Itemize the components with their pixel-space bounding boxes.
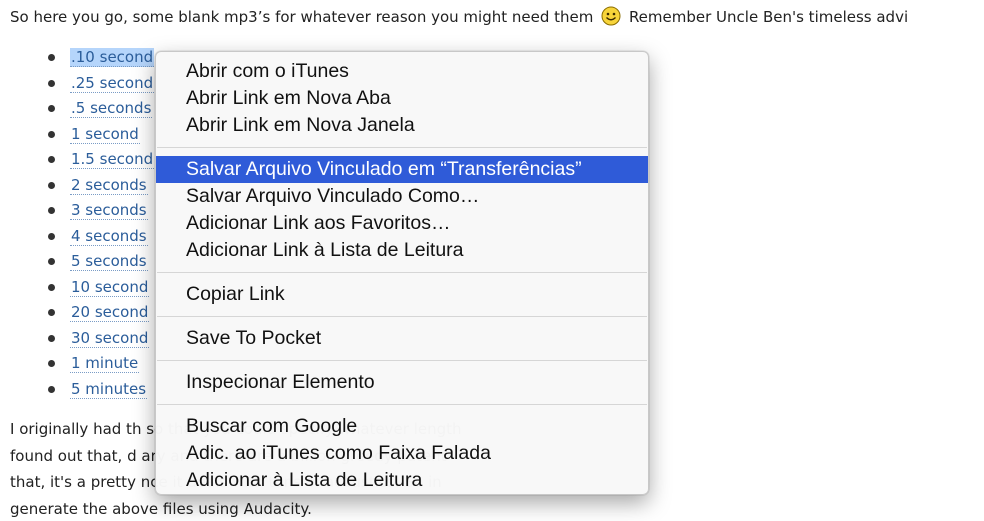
- menu-item-inspect-element[interactable]: Inspecionar Elemento: [156, 369, 648, 396]
- mp3-link[interactable]: 1 second: [70, 124, 140, 144]
- menu-separator: [157, 404, 647, 405]
- mp3-link[interactable]: 3 seconds: [70, 201, 148, 220]
- mp3-link[interactable]: 30 second: [70, 328, 150, 348]
- list-item: 1.5 second: [28, 147, 155, 173]
- menu-separator: [157, 316, 647, 317]
- list-item: 1 second: [28, 122, 154, 148]
- list-item: .25 second: [28, 71, 155, 97]
- mp3-link[interactable]: 2 seconds: [70, 175, 148, 195]
- menu-item-open-link-new-window[interactable]: Abrir Link em Nova Janela: [156, 112, 648, 139]
- list-item: 30 second: [28, 326, 154, 352]
- menu-item-copy-link[interactable]: Copiar Link: [156, 281, 648, 308]
- menu-item-save-linked-file-to-downloads[interactable]: Salvar Arquivo Vinculado em “Transferênc…: [156, 156, 648, 183]
- list-item: 5 minutes: [28, 377, 154, 403]
- blank-mp3-link-list: .10 second .25 second .5 seconds 1 secon…: [28, 45, 155, 403]
- menu-separator: [157, 147, 647, 148]
- list-item: 3 seconds: [28, 198, 154, 224]
- menu-item-save-linked-file-as[interactable]: Salvar Arquivo Vinculado Como…: [156, 183, 648, 210]
- list-item: 20 second: [28, 300, 154, 326]
- list-item: 1 minute: [28, 351, 154, 377]
- menu-item-add-to-itunes-spoken-track[interactable]: Adic. ao iTunes como Faixa Falada: [156, 440, 648, 467]
- menu-separator: [157, 360, 647, 361]
- mp3-link[interactable]: 4 seconds: [70, 226, 148, 246]
- menu-item-save-to-pocket[interactable]: Save To Pocket: [156, 325, 648, 352]
- link-context-menu: Abrir com o iTunes Abrir Link em Nova Ab…: [155, 51, 649, 495]
- list-item: 2 seconds: [28, 173, 154, 199]
- mp3-link[interactable]: 20 second: [70, 303, 150, 322]
- mp3-link[interactable]: 5 minutes: [70, 379, 148, 399]
- paragraph-line: generate the above files using Audacity.: [10, 499, 312, 518]
- menu-separator: [157, 272, 647, 273]
- menu-item-add-link-to-reading-list[interactable]: Adicionar Link à Lista de Leitura: [156, 237, 648, 264]
- mp3-link[interactable]: .5 seconds: [70, 99, 153, 118]
- smiley-emoticon-icon: [601, 6, 621, 26]
- list-item: .5 seconds: [28, 96, 154, 122]
- intro-text: So here you go, some blank mp3’s for wha…: [10, 6, 908, 27]
- mp3-link[interactable]: 5 seconds: [70, 252, 148, 271]
- list-item: 5 seconds: [28, 249, 154, 275]
- list-item: 4 seconds: [28, 224, 154, 250]
- list-item: 10 second: [28, 275, 154, 301]
- mp3-link[interactable]: 10 second: [70, 277, 150, 297]
- intro-text-after: Remember Uncle Ben's timeless advi: [628, 8, 909, 26]
- menu-item-open-with-itunes[interactable]: Abrir com o iTunes: [156, 58, 648, 85]
- mp3-link[interactable]: .10 second: [70, 48, 155, 67]
- menu-item-open-link-new-tab[interactable]: Abrir Link em Nova Aba: [156, 85, 648, 112]
- mp3-link[interactable]: 1 minute: [70, 354, 140, 373]
- mp3-link[interactable]: .25 second: [70, 73, 155, 93]
- menu-item-add-to-reading-list[interactable]: Adicionar à Lista de Leitura: [156, 467, 648, 494]
- mp3-link[interactable]: 1.5 second: [70, 150, 155, 169]
- menu-item-add-link-to-bookmarks[interactable]: Adicionar Link aos Favoritos…: [156, 210, 648, 237]
- list-item: .10 second: [28, 45, 155, 71]
- menu-item-search-with-google[interactable]: Buscar com Google: [156, 413, 648, 440]
- intro-text-before: So here you go, some blank mp3’s for wha…: [10, 8, 594, 26]
